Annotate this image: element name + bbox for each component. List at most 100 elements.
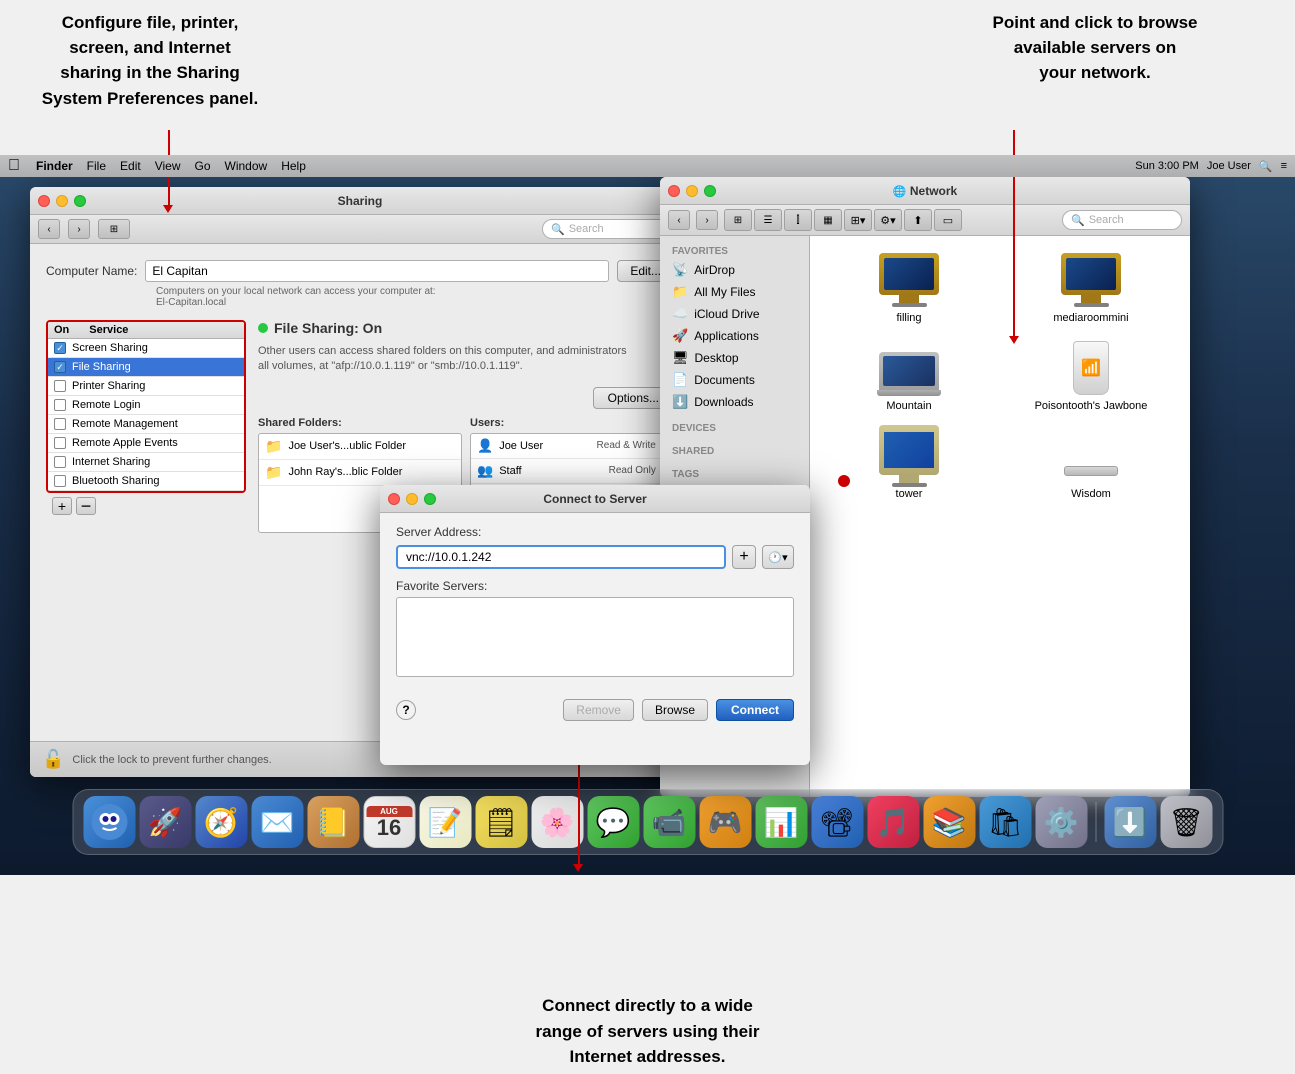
network-close-button[interactable]: [668, 185, 680, 197]
tags-label: Tags: [660, 467, 809, 482]
share-button[interactable]: ⬆: [904, 209, 932, 231]
connect-minimize-button[interactable]: [406, 493, 418, 505]
browse-button[interactable]: Browse: [642, 699, 708, 721]
lock-icon[interactable]: 🔓: [42, 749, 64, 770]
finder-forward-button[interactable]: ›: [696, 210, 718, 230]
service-row-remote-management[interactable]: Remote Management: [48, 415, 244, 434]
menu-window[interactable]: Window: [225, 159, 268, 173]
menubar-menu-icon[interactable]: ≡: [1281, 160, 1287, 172]
dock-item-calendar[interactable]: AUG 16: [363, 796, 415, 848]
network-item-poisontooth[interactable]: 📶 Poisontooth's Jawbone: [1008, 340, 1174, 412]
service-checkbox[interactable]: [54, 399, 66, 411]
service-row-internet-sharing[interactable]: Internet Sharing: [48, 453, 244, 472]
menu-edit[interactable]: Edit: [120, 159, 141, 173]
service-checkbox[interactable]: [54, 380, 66, 392]
add-server-button[interactable]: +: [732, 545, 756, 569]
sidebar-item-downloads[interactable]: ⬇️ Downloads: [660, 391, 809, 413]
back-button[interactable]: ‹: [38, 219, 60, 239]
computer-name-input[interactable]: [145, 260, 609, 282]
dock-item-notes[interactable]: 🗒: [475, 796, 527, 848]
network-maximize-button[interactable]: [704, 185, 716, 197]
dock-item-keynote[interactable]: 📽: [811, 796, 863, 848]
finder-search[interactable]: 🔍 Search: [1062, 210, 1182, 230]
network-minimize-button[interactable]: [686, 185, 698, 197]
dock-item-syspreferences[interactable]: ⚙️: [1035, 796, 1087, 848]
close-button[interactable]: [38, 195, 50, 207]
sidebar-item-desktop[interactable]: 🖥 Desktop: [660, 347, 809, 369]
service-row-remote-apple-events[interactable]: Remote Apple Events: [48, 434, 244, 453]
service-row-bluetooth-sharing[interactable]: Bluetooth Sharing: [48, 472, 244, 491]
arrange-button[interactable]: ⊞▾: [844, 209, 872, 231]
minimize-button[interactable]: [56, 195, 68, 207]
dock-item-appstore[interactable]: 🛍: [979, 796, 1031, 848]
menu-go[interactable]: Go: [195, 159, 211, 173]
connect-close-button[interactable]: [388, 493, 400, 505]
recent-servers-button[interactable]: 🕐▾: [762, 545, 794, 569]
service-checkbox[interactable]: [54, 437, 66, 449]
service-row-remote-login[interactable]: Remote Login: [48, 396, 244, 415]
grid-view-button[interactable]: ⊞: [98, 219, 130, 239]
dock-item-itunes[interactable]: 🎵: [867, 796, 919, 848]
network-item-mediaroommini[interactable]: mediaroommini: [1008, 252, 1174, 324]
network-item-filling[interactable]: filling: [826, 252, 992, 324]
service-checkbox[interactable]: [54, 475, 66, 487]
remove-service-button[interactable]: −: [76, 497, 96, 515]
menu-file[interactable]: File: [87, 159, 106, 173]
network-item-tower[interactable]: tower: [826, 428, 992, 500]
dock-item-finder[interactable]: [83, 796, 135, 848]
sidebar-item-applications[interactable]: 🚀 Applications: [660, 325, 809, 347]
service-checkbox[interactable]: ✓: [54, 361, 66, 373]
user-item-1[interactable]: 👤 Joe User Read & Write ⌃: [471, 434, 673, 459]
action-button[interactable]: ⚙▾: [874, 209, 902, 231]
menu-finder[interactable]: Finder: [36, 159, 73, 173]
dock-item-ibooks[interactable]: 📚: [923, 796, 975, 848]
dock-item-messages[interactable]: 💬: [587, 796, 639, 848]
dock-item-photos[interactable]: 🌸: [531, 796, 583, 848]
dock-item-appswitcher[interactable]: 🎮: [699, 796, 751, 848]
connect-button[interactable]: Connect: [716, 699, 794, 721]
forward-button[interactable]: ›: [68, 219, 90, 239]
search-icon: 🔍: [551, 223, 565, 236]
sidebar-item-documents[interactable]: 📄 Documents: [660, 369, 809, 391]
dialog-footer: ? Remove Browse Connect: [380, 699, 810, 733]
dock-item-reminders[interactable]: 📝: [419, 796, 471, 848]
connect-maximize-button[interactable]: [424, 493, 436, 505]
service-checkbox[interactable]: [54, 418, 66, 430]
list-view-button[interactable]: ☰: [754, 209, 782, 231]
service-checkbox[interactable]: ✓: [54, 342, 66, 354]
service-row-file-sharing[interactable]: ✓File Sharing: [48, 358, 244, 377]
dock-item-mail[interactable]: ✉️: [251, 796, 303, 848]
service-row-screen-sharing[interactable]: ✓Screen Sharing: [48, 339, 244, 358]
dock-item-numbers[interactable]: 📊: [755, 796, 807, 848]
server-address-input[interactable]: [396, 545, 726, 569]
dock-item-safari[interactable]: 🧭: [195, 796, 247, 848]
menubar-search-icon[interactable]: 🔍: [1259, 160, 1273, 173]
sidebar-item-airdrop[interactable]: 📡 AirDrop: [660, 259, 809, 281]
menu-help[interactable]: Help: [281, 159, 306, 173]
column-view-button[interactable]: ⫿: [784, 209, 812, 231]
dock-item-contacts[interactable]: 📒: [307, 796, 359, 848]
dock-item-launchpad[interactable]: 🚀: [139, 796, 191, 848]
network-item-wisdom[interactable]: Wisdom: [1008, 428, 1174, 500]
dock-item-trash[interactable]: 🗑: [1160, 796, 1212, 848]
sidebar-item-icloud[interactable]: ☁️ iCloud Drive: [660, 303, 809, 325]
service-checkbox[interactable]: [54, 456, 66, 468]
remove-button[interactable]: Remove: [563, 699, 634, 721]
edit-tags-button[interactable]: ▭: [934, 209, 962, 231]
menu-view[interactable]: View: [155, 159, 181, 173]
user-item-2[interactable]: 👥 Staff Read Only ⌃: [471, 459, 673, 484]
add-service-button[interactable]: +: [52, 497, 72, 515]
maximize-button[interactable]: [74, 195, 86, 207]
apple-menu[interactable]: : [8, 157, 20, 175]
dock-item-facetime[interactable]: 📹: [643, 796, 695, 848]
folder-item[interactable]: 📁 Joe User's...ublic Folder: [259, 434, 461, 460]
sidebar-item-allmyfiles[interactable]: 📁 All My Files: [660, 281, 809, 303]
finder-back-button[interactable]: ‹: [668, 210, 690, 230]
network-item-mountain[interactable]: Mountain: [826, 340, 992, 412]
help-button[interactable]: ?: [396, 700, 416, 720]
dock-item-downloads[interactable]: ⬇️: [1104, 796, 1156, 848]
icon-view-button[interactable]: ⊞: [724, 209, 752, 231]
cover-flow-button[interactable]: ▦: [814, 209, 842, 231]
folder-item-2[interactable]: 📁 John Ray's...blic Folder: [259, 460, 461, 486]
service-row-printer-sharing[interactable]: Printer Sharing: [48, 377, 244, 396]
